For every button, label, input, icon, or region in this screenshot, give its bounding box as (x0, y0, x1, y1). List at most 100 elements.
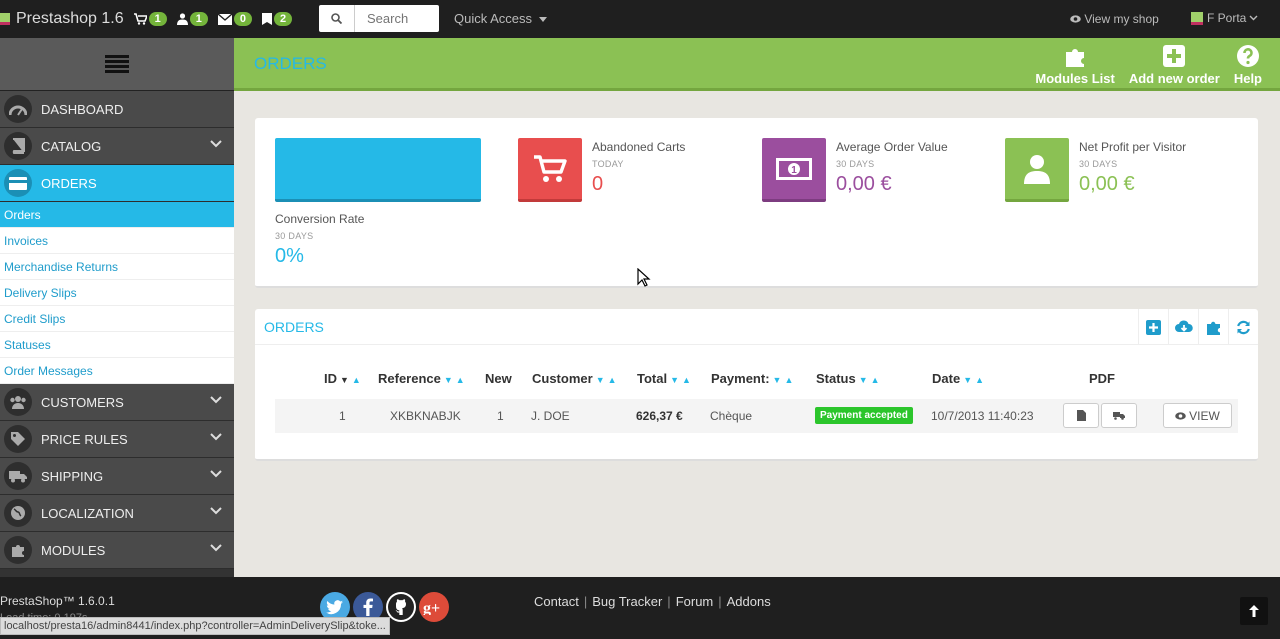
cart-notification[interactable]: 1 (133, 12, 167, 26)
submenu-orders[interactable]: Orders (0, 202, 234, 228)
table-row[interactable]: 1 XKBKNABJK 1 J. DOE 626,37 € Chèque Pay… (275, 399, 1238, 433)
money-icon: 1 (762, 138, 826, 202)
customer-count-badge: 1 (189, 12, 208, 26)
column-header-status[interactable]: Status ▼ ▲ (816, 371, 880, 386)
sort-asc-icon[interactable]: ▲ (456, 375, 465, 385)
invoice-pdf-button[interactable] (1063, 403, 1099, 428)
sidebar-item-price-rules[interactable]: PRICE RULES (0, 421, 234, 458)
chevron-down-icon (210, 507, 222, 515)
sort-desc-icon[interactable]: ▼ (596, 375, 605, 385)
delivery-slip-pdf-button[interactable] (1101, 403, 1137, 428)
kpi-conversion-rate[interactable]: Conversion Rate 30 DAYS 0% (275, 138, 481, 268)
column-header-customer[interactable]: Customer ▼ ▲ (532, 371, 617, 386)
kpi-period: 30 DAYS (1079, 159, 1118, 169)
avatar (1191, 11, 1203, 25)
kpi-net-profit-per-visitor[interactable]: Net Profit per Visitor 30 DAYS 0,00 € (1005, 138, 1186, 202)
kpi-average-order-value[interactable]: 1 Average Order Value 30 DAYS 0,00 € (762, 138, 948, 202)
sort-asc-icon[interactable]: ▲ (608, 375, 617, 385)
caret-down-icon (538, 17, 547, 22)
export-tool-button[interactable] (1168, 309, 1198, 345)
kpi-conversion-box (275, 138, 481, 202)
sort-desc-icon[interactable]: ▼ (444, 375, 453, 385)
sort-asc-icon[interactable]: ▲ (352, 375, 361, 385)
cell-customer: J. DOE (531, 409, 570, 423)
sort-desc-icon[interactable]: ▼ (773, 375, 782, 385)
search-button[interactable] (319, 5, 355, 32)
sidebar-item-modules[interactable]: MODULES (0, 532, 234, 569)
sort-asc-icon[interactable]: ▲ (975, 375, 984, 385)
column-header-reference[interactable]: Reference ▼ ▲ (378, 371, 465, 386)
chevron-down-icon (210, 433, 222, 441)
view-order-button[interactable]: VIEW (1163, 403, 1232, 428)
sidebar-item-label: MODULES (41, 542, 106, 558)
svg-text:1: 1 (791, 165, 797, 176)
mouse-cursor-icon (637, 268, 651, 287)
submenu-credit-slips[interactable]: Credit Slips (0, 306, 234, 332)
sidebar-item-dashboard[interactable]: DASHBOARD (0, 91, 234, 128)
user-name: F Porta (1207, 11, 1247, 25)
footer-link-bug-tracker[interactable]: Bug Tracker (592, 594, 662, 609)
help-button[interactable]: Help (1234, 43, 1262, 86)
sort-asc-icon[interactable]: ▲ (871, 375, 880, 385)
refresh-tool-button[interactable] (1228, 309, 1258, 345)
menu-collapse-toggle[interactable] (0, 38, 234, 91)
sort-desc-icon[interactable]: ▼ (859, 375, 868, 385)
add-order-tool-button[interactable] (1138, 309, 1168, 345)
submenu-invoices[interactable]: Invoices (0, 228, 234, 254)
column-header-pdf: PDF (1089, 371, 1115, 386)
search-input[interactable] (355, 11, 435, 26)
kpi-value: 0 (592, 173, 604, 195)
sql-query-tool-button[interactable] (1198, 309, 1228, 345)
footer-link-separator: | (718, 594, 722, 609)
user-icon (176, 13, 188, 25)
modules-list-button[interactable]: Modules List (1035, 43, 1115, 86)
sidebar-item-orders[interactable]: ORDERS (0, 165, 234, 202)
kpi-period: 30 DAYS (836, 159, 875, 169)
arrow-up-icon (1249, 605, 1259, 617)
toolbar-label: Add new order (1128, 71, 1220, 86)
submenu-delivery-slips[interactable]: Delivery Slips (0, 280, 234, 306)
sidebar-item-label: CUSTOMERS (41, 394, 124, 410)
globe-icon (4, 499, 32, 527)
footer-link-addons[interactable]: Addons (727, 594, 771, 609)
user-menu[interactable]: F Porta (1191, 11, 1258, 25)
chevron-down-icon (210, 396, 222, 404)
cart-count-badge: 1 (148, 12, 167, 26)
brand-logo[interactable]: Prestashop 1.6 (0, 10, 124, 28)
github-icon[interactable] (386, 592, 416, 622)
kpi-abandoned-carts[interactable]: Abandoned Carts TODAY 0 (518, 138, 685, 202)
google-plus-icon[interactable]: g+ (419, 592, 449, 622)
message-notification[interactable]: 0 (217, 12, 252, 26)
add-new-order-button[interactable]: Add new order (1129, 43, 1220, 86)
sidebar-item-shipping[interactable]: SHIPPING (0, 458, 234, 495)
sort-desc-icon[interactable]: ▼ (963, 375, 972, 385)
search-form (319, 5, 439, 32)
browser-status-url: localhost/presta16/admin8441/index.php?c… (0, 617, 390, 635)
column-header-total[interactable]: Total ▼ ▲ (637, 371, 691, 386)
submenu-statuses[interactable]: Statuses (0, 332, 234, 358)
sort-asc-icon[interactable]: ▲ (784, 375, 793, 385)
quick-access-label: Quick Access (454, 11, 533, 26)
view-my-shop-link[interactable]: View my shop (1070, 12, 1159, 26)
sidebar-item-customers[interactable]: CUSTOMERS (0, 384, 234, 421)
scroll-to-top-button[interactable] (1240, 597, 1268, 625)
plus-square-icon (1146, 319, 1161, 335)
sort-asc-icon[interactable]: ▲ (682, 375, 691, 385)
sort-desc-icon[interactable]: ▼ (340, 375, 349, 385)
column-header-payment[interactable]: Payment: ▼ ▲ (711, 371, 793, 386)
sort-desc-icon[interactable]: ▼ (670, 375, 679, 385)
sidebar-item-label: PRICE RULES (41, 431, 128, 447)
view-my-shop-label: View my shop (1084, 12, 1159, 26)
sidebar-item-localization[interactable]: LOCALIZATION (0, 495, 234, 532)
quick-access-dropdown[interactable]: Quick Access (454, 11, 547, 26)
footer-link-contact[interactable]: Contact (534, 594, 579, 609)
submenu-order-messages[interactable]: Order Messages (0, 358, 234, 384)
flag-notification[interactable]: 2 (262, 12, 293, 26)
column-header-date[interactable]: Date ▼ ▲ (932, 371, 984, 386)
submenu-merchandise-returns[interactable]: Merchandise Returns (0, 254, 234, 280)
column-header-id[interactable]: ID ▼ ▲ (324, 371, 361, 386)
footer-link-forum[interactable]: Forum (676, 594, 714, 609)
cart-icon (133, 13, 147, 25)
customer-notification[interactable]: 1 (176, 12, 208, 26)
sidebar-item-catalog[interactable]: CATALOG (0, 128, 234, 165)
